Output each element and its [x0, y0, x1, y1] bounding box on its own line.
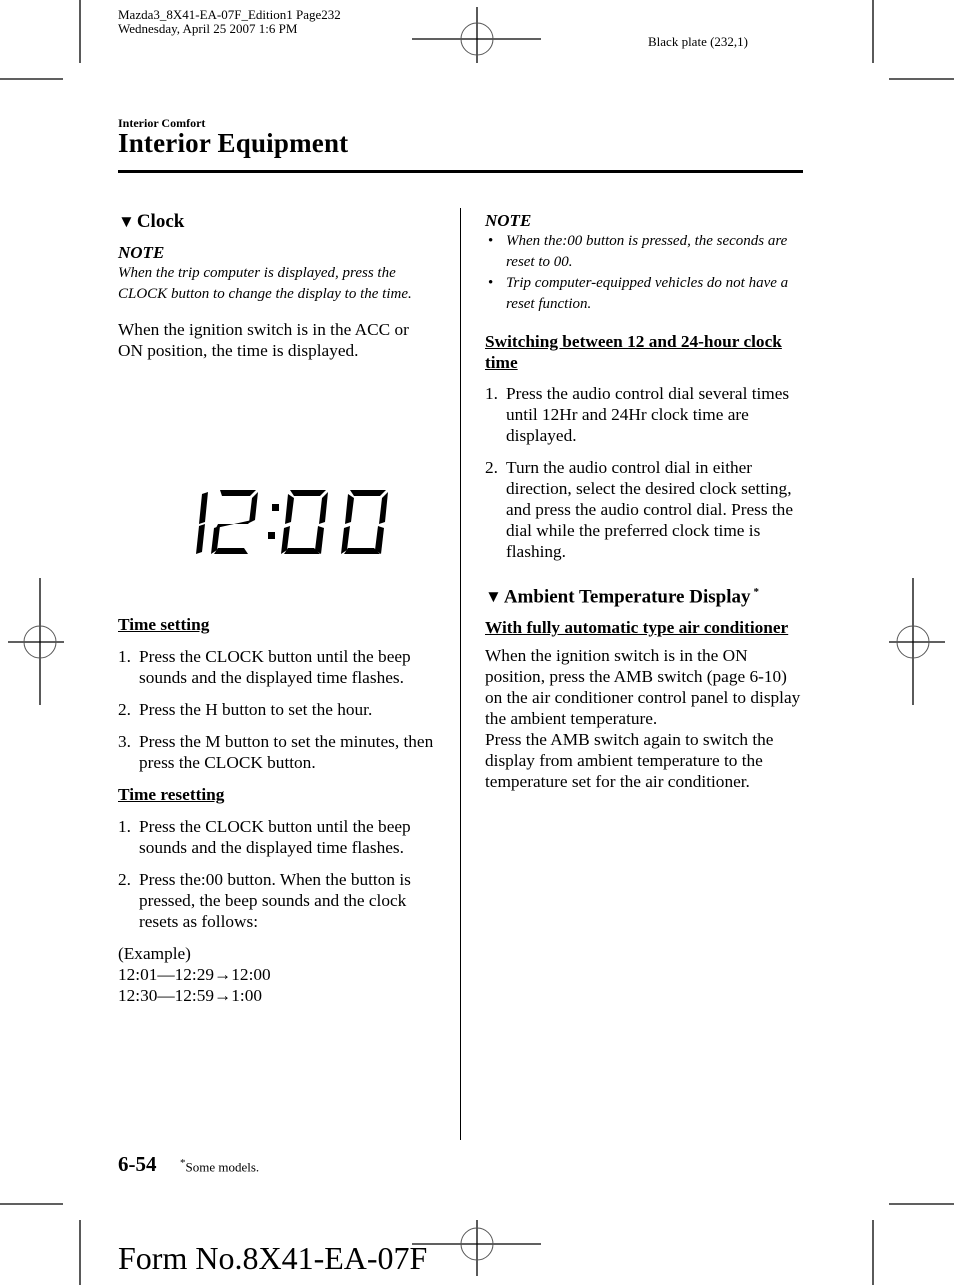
- time-setting-heading: Time setting: [118, 615, 210, 634]
- segment: [344, 548, 380, 554]
- step-item: 2. Turn the audio control dial in either …: [485, 457, 805, 562]
- segment: [216, 520, 252, 528]
- asterisk-icon: *: [753, 586, 760, 598]
- step-number: 3.: [118, 732, 131, 751]
- segment: [375, 526, 384, 554]
- step-text: Press the M button to set the minutes, t…: [139, 732, 434, 772]
- form-number: Form No.8X41-EA-07F: [118, 1240, 428, 1276]
- step-text: Press the:00 button. When the button is …: [139, 870, 411, 931]
- step-number: 1.: [485, 384, 498, 403]
- clock-section-heading: ▼ Clock: [118, 210, 438, 234]
- footnote-text: Some models.: [185, 1159, 260, 1175]
- triangle-marker-icon: ▼: [485, 587, 502, 607]
- print-date-line: Wednesday, April 25 2007 1:6 PM: [118, 21, 298, 36]
- step-text: Press the CLOCK button until the beep so…: [139, 817, 411, 857]
- segment: [315, 526, 324, 554]
- note-item-text: Trip computer-equipped vehicles do not h…: [506, 275, 789, 312]
- note-list: • When the:00 button is pressed, the seco…: [485, 231, 805, 315]
- segment: [345, 494, 354, 524]
- step-text: Press the CLOCK button until the beep so…: [139, 647, 411, 687]
- page-title: Interior Equipment: [118, 128, 349, 158]
- clock-display-figure: [196, 490, 388, 554]
- segment: [285, 494, 294, 524]
- step-item: 1. Press the CLOCK button until the beep …: [118, 816, 438, 858]
- example-line: 12:30―12:59→1:00: [118, 986, 263, 1005]
- clock-note: NOTE When the trip computer is displayed…: [118, 242, 438, 305]
- step-item: 1. Press the audio control dial several t…: [485, 383, 805, 446]
- segment: [379, 492, 388, 524]
- step-text: Press the audio control dial several tim…: [506, 384, 790, 445]
- right-note: NOTE • When the:00 button is pressed, the…: [485, 210, 805, 315]
- switching-heading: Switching between 12 and 24-hour clock t…: [485, 332, 782, 372]
- right-column: NOTE • When the:00 button is pressed, the…: [485, 210, 805, 792]
- title-rule: [118, 170, 803, 173]
- step-text: Turn the audio control dial in either di…: [506, 458, 793, 561]
- step-number: 2.: [485, 458, 498, 477]
- segment: [196, 524, 205, 554]
- segment: [290, 490, 326, 496]
- step-item: 3. Press the M button to set the minutes,…: [118, 731, 438, 773]
- clock-intro: When the ignition switch is in the ACC o…: [118, 320, 409, 360]
- colon-dot: [272, 504, 279, 511]
- footnote: *Some models.: [180, 1157, 259, 1175]
- segment: [319, 492, 328, 524]
- bullet-icon: •: [488, 233, 494, 249]
- registration-mark-right: [889, 578, 945, 705]
- ambient-section-heading: ▼ Ambient Temperature Display *: [485, 580, 805, 609]
- registration-mark-left: [8, 578, 64, 705]
- segment: [220, 490, 256, 496]
- segment: [350, 490, 386, 496]
- ambient-text: When the ignition switch is in the ON po…: [485, 646, 801, 729]
- step-item: 1. Press the CLOCK button until the beep …: [118, 646, 438, 688]
- time-setting-steps: 1. Press the CLOCK button until the beep …: [118, 646, 438, 773]
- step-text: Press the H button to set the hour.: [139, 700, 373, 719]
- segment: [199, 492, 208, 524]
- triangle-marker-icon: ▼: [118, 212, 135, 231]
- time-resetting-steps: 1. Press the CLOCK button until the beep …: [118, 816, 438, 932]
- ambient-sub-heading: With fully automatic type air conditione…: [485, 618, 789, 638]
- page-number: 6-54: [118, 1152, 157, 1176]
- note-item: • Trip computer-equipped vehicles do not …: [485, 273, 805, 315]
- ambient-text: Press the AMB switch again to switch the…: [485, 730, 774, 792]
- ambient-section-title: Ambient Temperature Display: [503, 586, 751, 608]
- step-item: 2. Press the:00 button. When the button i…: [118, 869, 438, 932]
- step-item: 2. Press the H button to set the hour.: [118, 699, 438, 720]
- example-label: (Example): [118, 944, 191, 963]
- reset-example: (Example) 12:01―12:29→12:00 12:30―12:59→…: [118, 943, 438, 1006]
- registration-mark-bottom: [412, 1220, 541, 1276]
- bullet-icon: •: [488, 275, 494, 291]
- segment: [214, 548, 248, 554]
- segment: [249, 492, 258, 523]
- print-job-info: Mazda3_8X41-EA-07F_Edition1 Page232 Wedn…: [118, 8, 341, 36]
- step-number: 1.: [118, 647, 131, 666]
- note-item-text: When the:00 button is pressed, the secon…: [506, 233, 788, 270]
- plate-label: Black plate (232,1): [648, 34, 748, 49]
- clock-section-title: Clock: [136, 211, 185, 232]
- example-line: 12:01―12:29→12:00: [118, 965, 271, 984]
- switching-steps: 1. Press the audio control dial several t…: [485, 383, 805, 562]
- note-title: NOTE: [485, 211, 532, 230]
- step-number: 2.: [118, 870, 131, 889]
- segment: [284, 548, 320, 554]
- step-number: 1.: [118, 817, 131, 836]
- registration-mark-top: [412, 7, 541, 63]
- note-title: NOTE: [118, 243, 165, 262]
- left-column: ▼ Clock NOTE When the trip computer is di…: [118, 210, 438, 1006]
- time-resetting-heading: Time resetting: [118, 785, 225, 804]
- print-job-line: Mazda3_8X41-EA-07F_Edition1 Page232: [118, 7, 341, 22]
- column-divider: [460, 208, 461, 1140]
- note-text: When the trip computer is displayed, pre…: [118, 265, 412, 302]
- colon-dot: [268, 532, 275, 539]
- note-item: • When the:00 button is pressed, the seco…: [485, 231, 805, 273]
- step-number: 2.: [118, 700, 131, 719]
